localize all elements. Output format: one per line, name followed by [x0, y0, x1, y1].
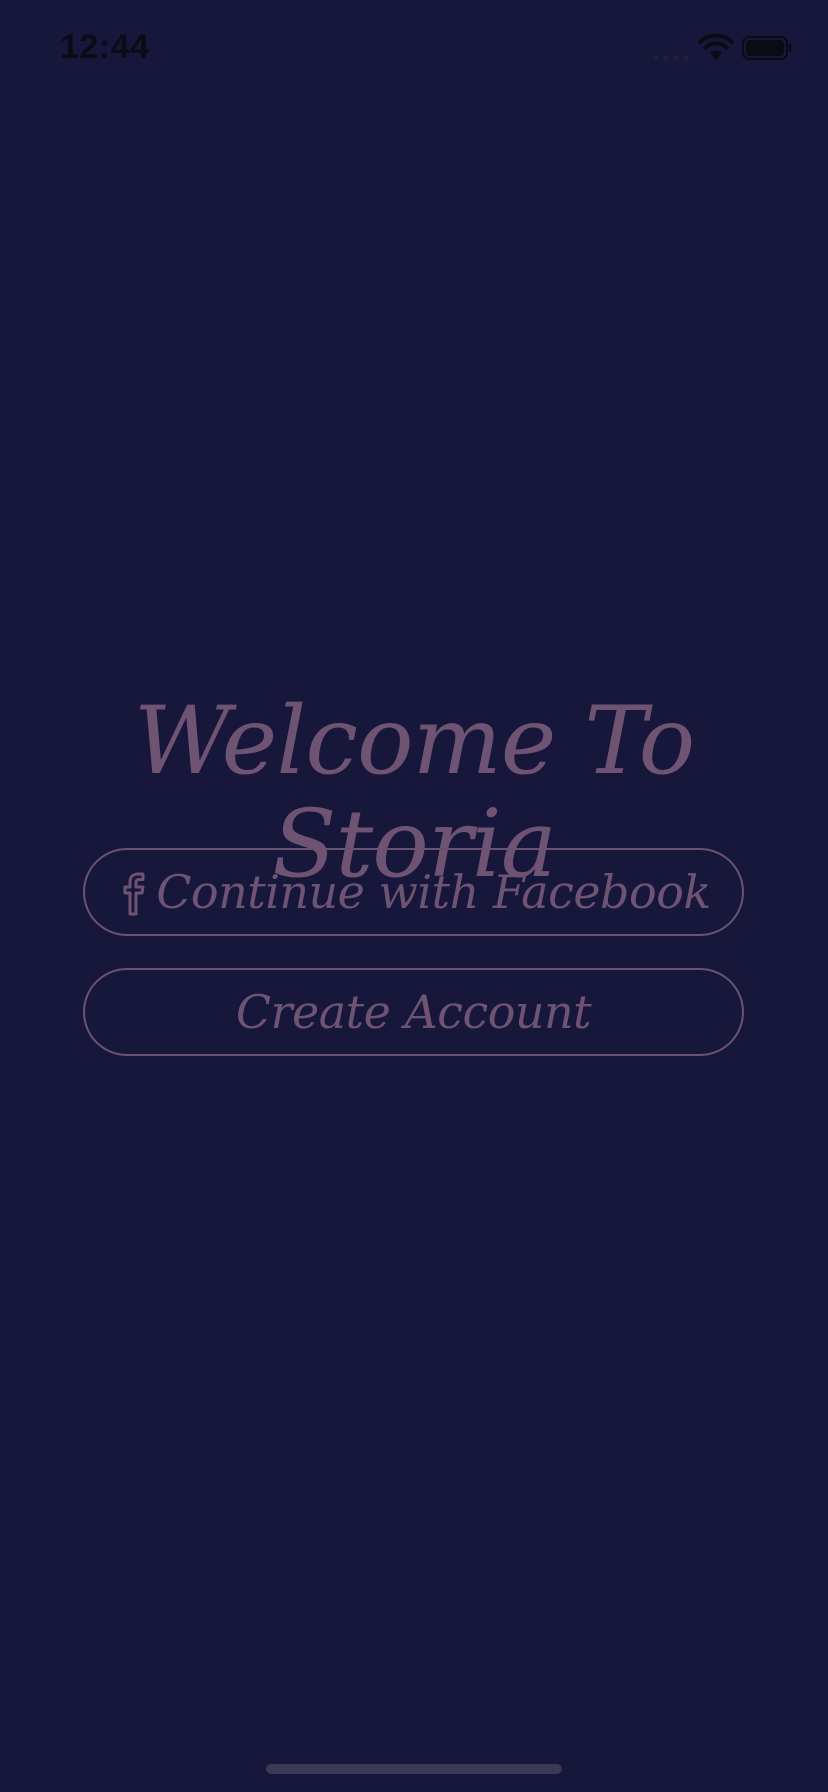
wifi-icon — [698, 34, 734, 60]
create-account-label: Create Account — [235, 985, 592, 1039]
battery-icon — [742, 36, 792, 60]
home-indicator[interactable] — [266, 1764, 562, 1774]
continue-with-facebook-button[interactable]: Continue with Facebook — [83, 848, 744, 936]
status-time: 12:44 — [60, 28, 150, 66]
create-account-button[interactable]: Create Account — [83, 968, 744, 1056]
status-bar: 12:44 — [0, 0, 828, 100]
facebook-button-label: Continue with Facebook — [156, 865, 711, 919]
facebook-icon — [123, 872, 145, 916]
signal-icon — [653, 55, 689, 61]
